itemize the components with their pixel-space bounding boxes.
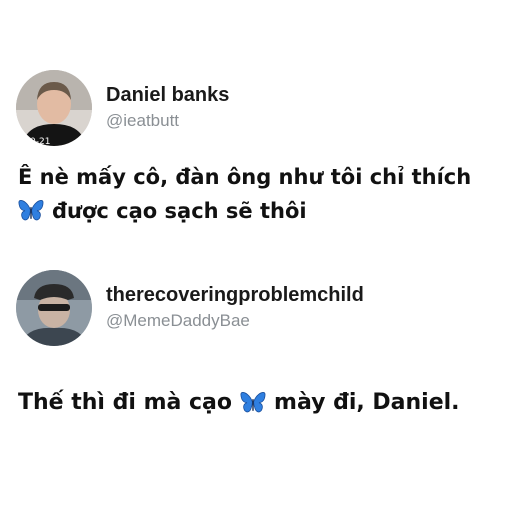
- tweet1-display-name[interactable]: Daniel banks: [106, 83, 229, 107]
- tweet1-avatar[interactable]: 0-21: [16, 70, 92, 146]
- tweet2-display-name[interactable]: therecoveringproblemchild: [106, 283, 364, 307]
- avatar-photo-icon: 0-21: [16, 70, 92, 146]
- tweet1-header: 0-21 Daniel banks @ieatbutt: [16, 70, 229, 146]
- tweet1-user-meta: Daniel banks @ieatbutt: [106, 83, 229, 133]
- tweet1-text: Ê nè mấy cô, đàn ông như tôi chỉ thích đ…: [18, 160, 471, 228]
- tweet2-text: Thế thì đi mà cạo mày đi, Daniel.: [18, 386, 460, 420]
- avatar-photo-icon: [16, 270, 92, 346]
- tweet2-text-part2: mày đi, Daniel.: [274, 390, 460, 415]
- butterfly-icon: [18, 199, 44, 223]
- tweet2-handle[interactable]: @MemeDaddyBae: [106, 309, 364, 333]
- tweet2-header: therecoveringproblemchild @MemeDaddyBae: [16, 270, 364, 346]
- tweet1-text-line2: được cạo sạch sẽ thôi: [18, 194, 471, 228]
- tweet2-avatar[interactable]: [16, 270, 92, 346]
- tweet2-text-part1: Thế thì đi mà cạo: [18, 390, 233, 415]
- tweet2-text-line1: Thế thì đi mà cạo mày đi, Daniel.: [18, 386, 460, 420]
- svg-text:0-21: 0-21: [30, 137, 50, 146]
- tweet2-user-meta: therecoveringproblemchild @MemeDaddyBae: [106, 283, 364, 333]
- tweet1-text-part2: được cạo sạch sẽ thôi: [52, 199, 307, 223]
- tweet1-handle[interactable]: @ieatbutt: [106, 109, 229, 133]
- tweet1-text-part1: Ê nè mấy cô, đàn ông như tôi chỉ thích: [18, 165, 472, 189]
- tweet1-text-line1: Ê nè mấy cô, đàn ông như tôi chỉ thích: [18, 160, 471, 194]
- butterfly-icon: [240, 391, 266, 415]
